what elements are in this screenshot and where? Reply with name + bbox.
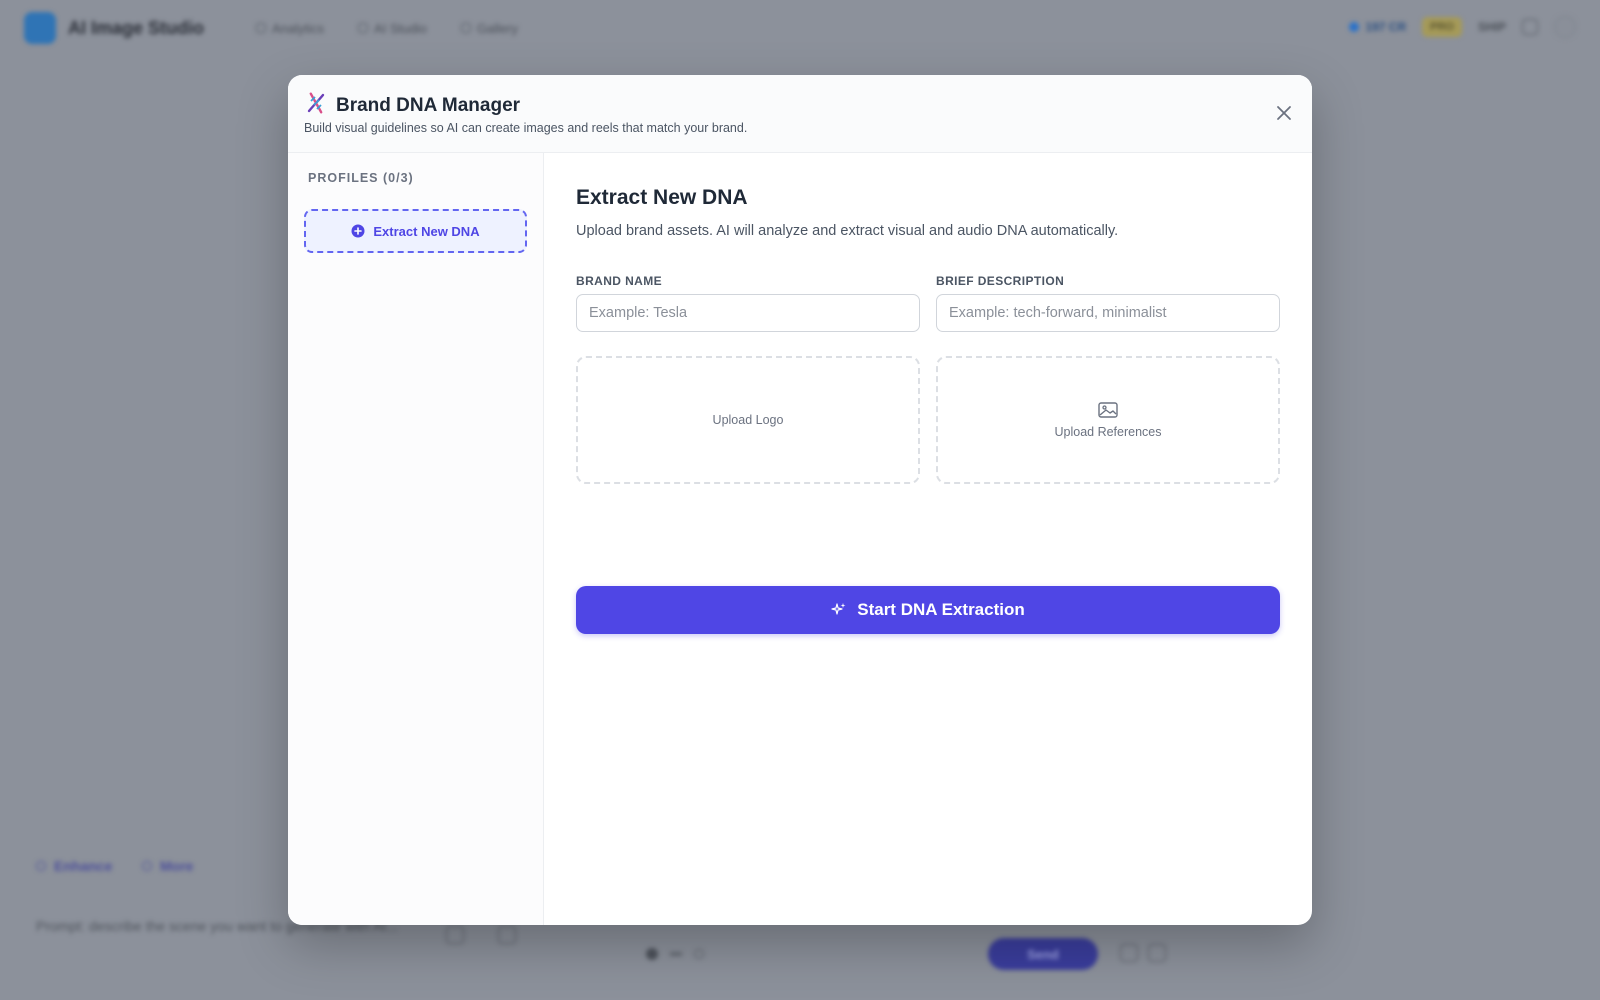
- settings-icon: [1522, 19, 1538, 35]
- more-action: More: [142, 858, 193, 874]
- panel-description: Upload brand assets. AI will analyze and…: [576, 223, 1119, 239]
- upload-logo-dropzone[interactable]: Upload Logo: [576, 356, 920, 484]
- panel-title: Extract New DNA: [576, 186, 748, 209]
- app-title: AI Image Studio: [68, 17, 205, 38]
- nav-item-gallery: Gallery: [460, 20, 518, 36]
- background-header: AI Image Studio Analytics AI Studio Gall…: [0, 0, 1600, 56]
- brand-name-label: BRAND NAME: [576, 274, 662, 288]
- plan-badge: PRO: [1422, 17, 1462, 37]
- bottom-right-icons: [1120, 944, 1166, 962]
- edit-icon: [446, 926, 464, 944]
- nav-label: Analytics: [272, 20, 325, 36]
- modal-title: Brand DNA Manager: [336, 94, 521, 116]
- modal-title-row: Brand DNA Manager: [304, 91, 520, 120]
- copy-icon: [498, 926, 516, 944]
- more-icon: [142, 861, 152, 871]
- image-icon: [1098, 402, 1118, 418]
- record-icon: [646, 948, 658, 960]
- profiles-sidebar: PROFILES (0/3) Extract New DNA: [288, 153, 544, 925]
- extract-panel: Extract New DNA Upload brand assets. AI …: [544, 153, 1312, 925]
- brief-description-label: BRIEF DESCRIPTION: [936, 274, 1065, 288]
- plus-circle-icon: [351, 224, 365, 238]
- nav-label: Gallery: [476, 20, 518, 36]
- toolbar-dots: [646, 948, 704, 960]
- enhance-label: Enhance: [54, 858, 113, 874]
- brand-dna-modal: Brand DNA Manager Build visual guideline…: [288, 75, 1312, 925]
- divider-icon: [670, 952, 682, 956]
- start-dna-extraction-label: Start DNA Extraction: [857, 600, 1025, 619]
- credit-icon: [1349, 22, 1360, 32]
- user-name: SHIP: [1477, 20, 1506, 34]
- brand-name-input[interactable]: [576, 294, 920, 332]
- upload-references-label: Upload References: [1054, 425, 1162, 439]
- close-button[interactable]: [1272, 101, 1296, 125]
- image-icon: [1148, 944, 1166, 962]
- modal-header: Brand DNA Manager Build visual guideline…: [288, 75, 1312, 153]
- gallery-icon: [460, 23, 471, 33]
- analytics-icon: [256, 23, 267, 33]
- upload-logo-label: Upload Logo: [712, 413, 784, 427]
- dna-icon: [304, 91, 328, 120]
- attach-icon: [1120, 944, 1138, 962]
- enhance-action: Enhance: [36, 858, 112, 874]
- enhance-icon: [36, 861, 46, 871]
- close-icon: [1277, 106, 1291, 120]
- option-icon: [694, 949, 704, 959]
- studio-icon: [358, 23, 369, 33]
- modal-subtitle: Build visual guidelines so AI can create…: [304, 121, 748, 135]
- upload-references-dropzone[interactable]: Upload References: [936, 356, 1280, 484]
- app-logo: [24, 12, 56, 44]
- extract-new-dna-label: Extract New DNA: [373, 223, 480, 239]
- send-button: Send: [988, 938, 1098, 970]
- prompt-icons: [446, 926, 516, 944]
- nav-item-ai-studio: AI Studio: [358, 21, 427, 36]
- start-dna-extraction-button[interactable]: Start DNA Extraction: [576, 586, 1280, 634]
- nav-item-analytics: Analytics: [256, 21, 324, 36]
- credits-badge: 197 CR: [1349, 20, 1406, 34]
- extract-new-dna-button[interactable]: Extract New DNA: [304, 209, 527, 253]
- credits-value: 197 CR: [1365, 20, 1407, 34]
- more-label: More: [160, 858, 194, 874]
- background-header-right: 197 CR PRO SHIP: [1349, 16, 1576, 38]
- brief-description-input[interactable]: [936, 294, 1280, 332]
- nav-label: AI Studio: [374, 20, 427, 36]
- sparkles-icon: [831, 603, 846, 615]
- background-nav: Analytics AI Studio Gallery: [256, 21, 518, 36]
- profiles-heading: PROFILES (0/3): [308, 171, 414, 185]
- avatar: [1554, 16, 1576, 38]
